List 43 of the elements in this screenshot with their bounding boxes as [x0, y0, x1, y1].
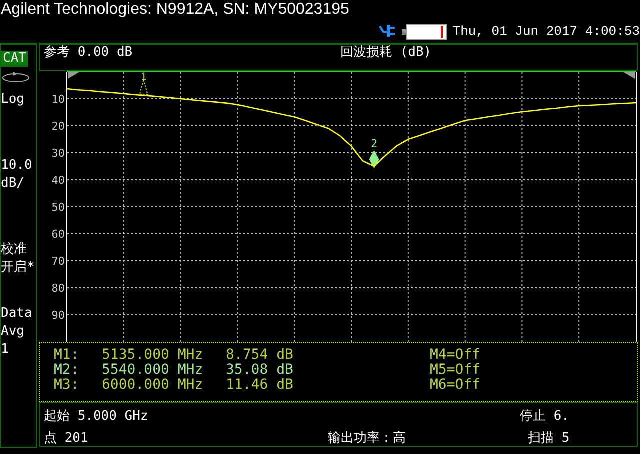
marker-frequency: 5540.000 MHz — [102, 363, 204, 378]
marker-value: 11.46 dB — [226, 378, 294, 393]
date-time: Thu, 01 Jun 2017 4:00:53 — [452, 24, 640, 39]
axis-tick-label: 50 — [52, 201, 65, 214]
reference-level-icon — [68, 72, 80, 79]
marker-name: M3: — [54, 378, 80, 393]
reference-level-icon — [623, 72, 635, 79]
axis-tick-label: 90 — [52, 309, 65, 322]
axis-tick-label: 10 — [52, 93, 65, 106]
power-plug-icon — [378, 24, 396, 38]
trace-title: 回波损耗 (dB) — [340, 45, 433, 62]
marker-frequency: 5135.000 MHz — [102, 348, 204, 363]
axis-tick-label: 70 — [52, 255, 65, 268]
side-label: Data — [1, 305, 34, 323]
point-count: 点 201 — [44, 430, 90, 447]
stop-frequency: 停止 6. — [519, 408, 570, 425]
axis-tick-label: 80 — [52, 282, 65, 295]
marker-frequency: 6000.000 MHz — [102, 378, 204, 393]
axis-tick-label: 40 — [52, 174, 65, 187]
side-label: Log — [1, 91, 26, 109]
side-label: dB/ — [1, 175, 26, 193]
sweep-time: 扫描 5 — [527, 430, 571, 447]
side-label: 10.0 — [1, 157, 34, 175]
window-title: Agilent Technologies: N9912A, SN: MY50023195 — [0, 0, 350, 20]
battery-icon — [402, 24, 447, 40]
marker-name: M2: — [54, 363, 80, 378]
marker-status: M6=Off — [430, 378, 482, 393]
marker-name: M1: — [54, 348, 80, 363]
side-label: 校准 — [1, 241, 28, 259]
marker-value: 8.754 dB — [226, 348, 294, 363]
start-frequency: 起始 5.000 GHz — [44, 408, 150, 425]
reference-level: 参考 0.00 dB — [44, 45, 134, 62]
axis-tick-label: 60 — [52, 228, 65, 241]
axis-tick-label: 20 — [52, 120, 65, 133]
marker-status: M4=Off — [430, 348, 482, 363]
marker-value: 35.08 dB — [226, 363, 294, 378]
side-label: 开启* — [1, 259, 36, 277]
axis-tick-label: 30 — [52, 147, 65, 160]
mode-tab[interactable]: CAT — [1, 51, 28, 67]
side-label: Avg — [1, 323, 26, 341]
side-label: 1 — [1, 341, 10, 359]
marker-status: M5=Off — [430, 363, 482, 378]
output-power: 输出功率：高 — [327, 430, 407, 447]
